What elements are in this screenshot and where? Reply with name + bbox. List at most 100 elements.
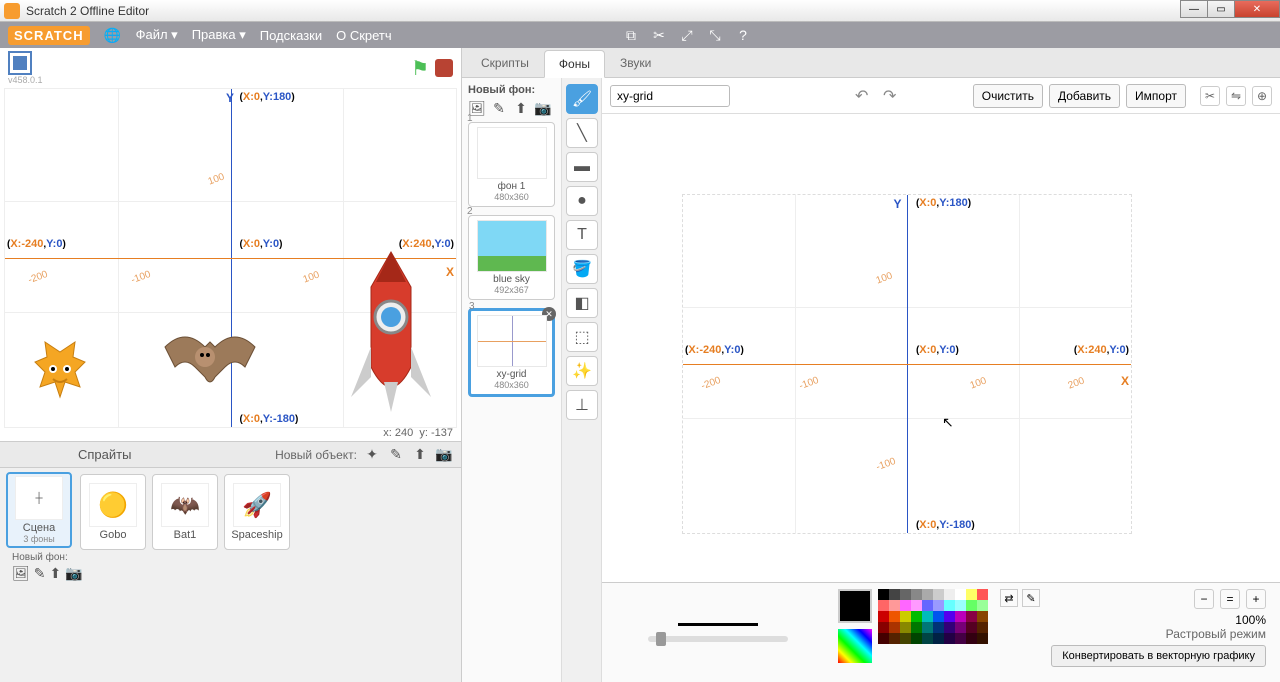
rect-tool[interactable]: ▬ [566, 152, 598, 182]
bg-paint-icon[interactable]: ✎ [34, 565, 46, 581]
color-gradient[interactable] [838, 629, 872, 663]
stamp-icon[interactable]: ⧉ [622, 26, 640, 44]
palette-color[interactable] [933, 622, 944, 633]
backdrop-thumb-2[interactable]: 2 blue sky 492x367 [468, 215, 555, 300]
undo-icon[interactable]: ↶ [851, 85, 873, 107]
globe-icon[interactable]: 🌐 [104, 26, 122, 44]
palette-color[interactable] [944, 633, 955, 644]
tab-sounds[interactable]: Звуки [605, 49, 666, 77]
clear-button[interactable]: Очистить [973, 84, 1043, 108]
close-button[interactable]: ✕ [1234, 0, 1280, 18]
tab-scripts[interactable]: Скрипты [466, 49, 544, 77]
palette-color[interactable] [878, 600, 889, 611]
eraser-tool[interactable]: ◧ [566, 288, 598, 318]
palette-color[interactable] [878, 633, 889, 644]
palette-color[interactable] [933, 589, 944, 600]
palette-color[interactable] [889, 600, 900, 611]
palette-color[interactable] [977, 633, 988, 644]
palette-color[interactable] [922, 622, 933, 633]
sprite-thumb-gobo[interactable]: 🟡Gobo [80, 474, 146, 550]
wand-tool[interactable]: ✨ [566, 356, 598, 386]
palette-color[interactable] [900, 611, 911, 622]
fullscreen-icon[interactable] [8, 51, 32, 75]
palette-color[interactable] [966, 589, 977, 600]
zoom-out-icon[interactable]: − [1194, 589, 1214, 609]
color-palette[interactable] [878, 589, 988, 644]
palette-color[interactable] [889, 633, 900, 644]
palette-color[interactable] [944, 622, 955, 633]
scissors-icon[interactable]: ✂ [650, 26, 668, 44]
palette-color[interactable] [889, 589, 900, 600]
palette-color[interactable] [933, 611, 944, 622]
palette-color[interactable] [911, 633, 922, 644]
palette-color[interactable] [933, 600, 944, 611]
palette-color[interactable] [977, 611, 988, 622]
line-tool[interactable]: ╲ [566, 118, 598, 148]
palette-color[interactable] [878, 589, 889, 600]
palette-color[interactable] [944, 589, 955, 600]
redo-icon[interactable]: ↷ [879, 85, 901, 107]
palette-color[interactable] [966, 622, 977, 633]
sprite-thumb-spaceship[interactable]: 🚀Spaceship [224, 474, 290, 550]
maximize-button[interactable]: ▭ [1207, 0, 1235, 18]
palette-color[interactable] [900, 622, 911, 633]
palette-color[interactable] [955, 611, 966, 622]
palette-color[interactable] [922, 633, 933, 644]
palette-color[interactable] [955, 589, 966, 600]
add-button[interactable]: Добавить [1049, 84, 1120, 108]
backdrop-thumb-3[interactable]: 3 ✕ xy-grid 480x360 [468, 308, 555, 397]
paint-canvas[interactable]: Y X (X:0,Y:180) (X:-240,Y:0) (X:0,Y:0) (… [602, 114, 1280, 582]
green-flag-icon[interactable]: ⚑ [411, 56, 429, 81]
swap-colors-icon[interactable]: ⇄ [1000, 589, 1018, 607]
palette-color[interactable] [900, 600, 911, 611]
palette-color[interactable] [900, 633, 911, 644]
bglist-paint-icon[interactable]: ✎ [490, 100, 508, 116]
palette-color[interactable] [878, 622, 889, 633]
brush-tool[interactable]: 🖌 [566, 84, 598, 114]
library-icon[interactable]: ✦ [363, 447, 381, 463]
help-icon[interactable]: ? [734, 26, 752, 44]
palette-color[interactable] [977, 622, 988, 633]
bg-library-icon[interactable]: 🖼 [12, 565, 30, 581]
palette-color[interactable] [922, 611, 933, 622]
costume-name-input[interactable] [610, 85, 730, 107]
flip-h-icon[interactable]: ⇋ [1226, 86, 1246, 106]
menu-about[interactable]: О Скретч [336, 28, 392, 43]
minimize-button[interactable]: — [1180, 0, 1208, 18]
palette-color[interactable] [977, 600, 988, 611]
palette-color[interactable] [900, 589, 911, 600]
palette-color[interactable] [966, 633, 977, 644]
select-tool[interactable]: ⬚ [566, 322, 598, 352]
sprite-gobo[interactable] [25, 337, 95, 417]
backdrop-thumb-1[interactable]: 1 фон 1 480x360 [468, 122, 555, 207]
brush-size-slider[interactable] [648, 636, 788, 642]
bg-upload-icon[interactable]: ⬆ [50, 565, 62, 581]
zoom-reset-icon[interactable]: = [1220, 589, 1240, 609]
upload-icon[interactable]: ⬆ [411, 447, 429, 463]
palette-color[interactable] [911, 589, 922, 600]
ellipse-tool[interactable]: ● [566, 186, 598, 216]
palette-color[interactable] [966, 600, 977, 611]
palette-color[interactable] [911, 600, 922, 611]
sprite-bat[interactable] [155, 317, 265, 407]
palette-color[interactable] [955, 633, 966, 644]
sprite-rocket[interactable] [336, 247, 446, 417]
palette-color[interactable] [955, 622, 966, 633]
import-button[interactable]: Импорт [1126, 84, 1186, 108]
eyedropper-icon[interactable]: ✎ [1022, 589, 1040, 607]
paint-icon[interactable]: ✎ [387, 447, 405, 463]
palette-color[interactable] [911, 622, 922, 633]
stage-canvas[interactable]: Y X (X:0,Y:180) (X:-240,Y:0) (X:0,Y:0) (… [4, 88, 457, 428]
bglist-camera-icon[interactable]: 📷 [534, 100, 552, 116]
bglist-upload-icon[interactable]: ⬆ [512, 100, 530, 116]
stage-thumb[interactable]: ┼ Сцена 3 фоны [6, 472, 72, 548]
center-icon[interactable]: ⊕ [1252, 86, 1272, 106]
shrink-icon[interactable]: ⤡ [706, 26, 724, 44]
palette-color[interactable] [911, 611, 922, 622]
grow-icon[interactable]: ⤢ [678, 26, 696, 44]
menu-edit[interactable]: Правка ▾ [192, 27, 246, 43]
stamp-tool[interactable]: ⊥ [566, 390, 598, 420]
tab-costumes[interactable]: Фоны [544, 50, 605, 78]
crop-icon[interactable]: ✂ [1200, 86, 1220, 106]
bg-camera-icon[interactable]: 📷 [65, 565, 82, 581]
